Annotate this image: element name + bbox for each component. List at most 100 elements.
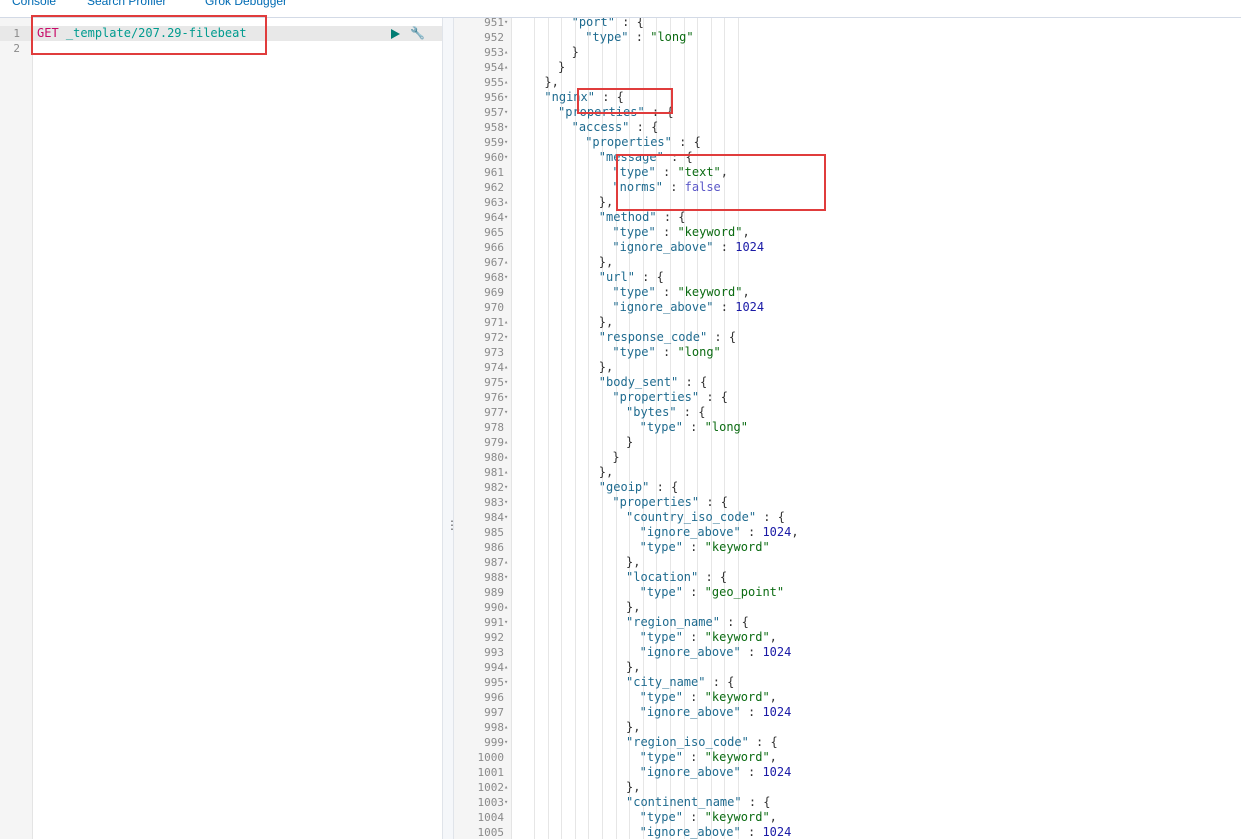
line-number: 974 <box>484 361 504 374</box>
response-line: 957 ▾ "properties" : { <box>454 105 1241 120</box>
line-number: 957 <box>484 106 504 119</box>
fold-collapse-icon[interactable]: ▾ <box>504 150 510 165</box>
fold-collapse-icon[interactable]: ▾ <box>504 18 510 30</box>
response-line: 990 ▴}, <box>454 600 1241 615</box>
fold-collapse-icon[interactable]: ▾ <box>504 615 510 630</box>
fold-collapse-icon[interactable]: ▾ <box>504 795 510 810</box>
response-line: 973 "type" : "long" <box>454 345 1241 360</box>
fold-collapse-icon[interactable]: ▾ <box>504 735 510 750</box>
json-code: "properties" : { <box>585 135 701 149</box>
tab-console[interactable]: Console <box>12 0 56 8</box>
line-number: 980 <box>484 451 504 464</box>
json-code: }, <box>598 465 614 479</box>
fold-collapse-icon[interactable]: ▾ <box>504 330 510 345</box>
fold-collapse-icon[interactable]: ▾ <box>504 120 510 135</box>
json-code: } <box>626 435 634 449</box>
line-number: 2 <box>13 42 20 55</box>
line-number: 951 <box>484 18 504 29</box>
fold-collapse-icon[interactable]: ▾ <box>504 570 510 585</box>
fold-collapse-icon[interactable]: ▾ <box>504 480 510 495</box>
response-line: 991 ▾ "region_name" : { <box>454 615 1241 630</box>
response-viewer[interactable]: 951 ▾ "port" : {952 "type" : "long" 953 ▴} 954… <box>454 18 1241 839</box>
json-code: "ignore_above" : 1024 <box>639 765 792 779</box>
fold-expand-icon[interactable]: ▴ <box>504 315 510 330</box>
response-line: 966 "ignore_above" : 1024 <box>454 240 1241 255</box>
line-number: 953 <box>484 46 504 59</box>
json-code: "type" : "keyword", <box>639 750 777 764</box>
fold-expand-icon[interactable]: ▴ <box>504 780 510 795</box>
json-code: "type" : "geo_point" <box>639 585 785 599</box>
fold-collapse-icon[interactable]: ▾ <box>504 375 510 390</box>
fold-expand-icon[interactable]: ▴ <box>504 465 510 480</box>
wrench-icon[interactable]: 🔧 <box>410 26 425 41</box>
fold-expand-icon[interactable]: ▴ <box>504 195 510 210</box>
fold-expand-icon[interactable]: ▴ <box>504 450 510 465</box>
response-line: 976 ▾ "properties" : { <box>454 390 1241 405</box>
line-number: 995 <box>484 676 504 689</box>
line-number: 994 <box>484 661 504 674</box>
request-editor[interactable]: 1 GET _template/207.29-filebeat 🔧 2 <box>0 18 442 839</box>
line-number: 955 <box>484 76 504 89</box>
line-number: 952 <box>484 31 504 44</box>
fold-collapse-icon[interactable]: ▾ <box>504 270 510 285</box>
json-code: "city_name" : { <box>626 675 735 689</box>
json-code: "type" : "keyword" <box>639 540 770 554</box>
fold-collapse-icon[interactable]: ▾ <box>504 105 510 120</box>
fold-expand-icon[interactable]: ▴ <box>504 60 510 75</box>
fold-collapse-icon[interactable]: ▾ <box>504 405 510 420</box>
json-code: "type" : "keyword", <box>639 690 777 704</box>
fold-expand-icon[interactable]: ▴ <box>504 600 510 615</box>
fold-collapse-icon[interactable]: ▾ <box>504 90 510 105</box>
fold-expand-icon[interactable]: ▴ <box>504 360 510 375</box>
fold-collapse-icon[interactable]: ▾ <box>504 390 510 405</box>
json-code: }, <box>626 780 641 794</box>
tab-grok-debugger[interactable]: Grok Debugger <box>205 0 287 8</box>
response-line: 959 ▾ "properties" : { <box>454 135 1241 150</box>
line-number: 989 <box>484 586 504 599</box>
response-line: 964 ▾ "method" : { <box>454 210 1241 225</box>
json-code: "ignore_above" : 1024, <box>639 525 799 539</box>
json-code: }, <box>598 195 614 209</box>
fold-expand-icon[interactable]: ▴ <box>504 555 510 570</box>
json-code: "type" : "keyword", <box>612 225 750 239</box>
fold-expand-icon[interactable]: ▴ <box>504 45 510 60</box>
fold-collapse-icon[interactable]: ▾ <box>504 510 510 525</box>
json-code: "bytes" : { <box>626 405 706 419</box>
response-line: 955 ▴}, <box>454 75 1241 90</box>
response-line: 962 "norms" : false <box>454 180 1241 195</box>
pane-resizer[interactable]: ⋮ <box>442 18 458 839</box>
response-line: 997 "ignore_above" : 1024 <box>454 705 1241 720</box>
line-number: 975 <box>484 376 504 389</box>
fold-expand-icon[interactable]: ▴ <box>504 720 510 735</box>
line-number: 963 <box>484 196 504 209</box>
response-line: 951 ▾ "port" : { <box>454 18 1241 30</box>
fold-expand-icon[interactable]: ▴ <box>504 255 510 270</box>
line-number: 965 <box>484 226 504 239</box>
tab-search-profiler[interactable]: Search Profiler <box>87 0 166 8</box>
line-number: 1003 <box>477 796 505 809</box>
response-line: 995 ▾ "city_name" : { <box>454 675 1241 690</box>
highlight-box-request <box>31 15 267 55</box>
json-code: }, <box>598 315 614 329</box>
json-code: "method" : { <box>598 210 686 224</box>
line-number: 960 <box>484 151 504 164</box>
fold-expand-icon[interactable]: ▴ <box>504 660 510 675</box>
json-code: "region_iso_code" : { <box>626 735 778 749</box>
line-number: 997 <box>484 706 504 719</box>
response-line: 994 ▴}, <box>454 660 1241 675</box>
json-code: } <box>612 450 620 464</box>
fold-collapse-icon[interactable]: ▾ <box>504 135 510 150</box>
line-number: 990 <box>484 601 504 614</box>
response-line: 971 ▴}, <box>454 315 1241 330</box>
json-code: }, <box>598 360 614 374</box>
line-number: 964 <box>484 211 504 224</box>
fold-collapse-icon[interactable]: ▾ <box>504 210 510 225</box>
line-number: 972 <box>484 331 504 344</box>
json-code: }, <box>598 255 614 269</box>
fold-expand-icon[interactable]: ▴ <box>504 435 510 450</box>
fold-expand-icon[interactable]: ▴ <box>504 75 510 90</box>
play-icon[interactable] <box>391 29 400 39</box>
fold-collapse-icon[interactable]: ▾ <box>504 495 510 510</box>
fold-collapse-icon[interactable]: ▾ <box>504 675 510 690</box>
response-line: 992 "type" : "keyword", <box>454 630 1241 645</box>
